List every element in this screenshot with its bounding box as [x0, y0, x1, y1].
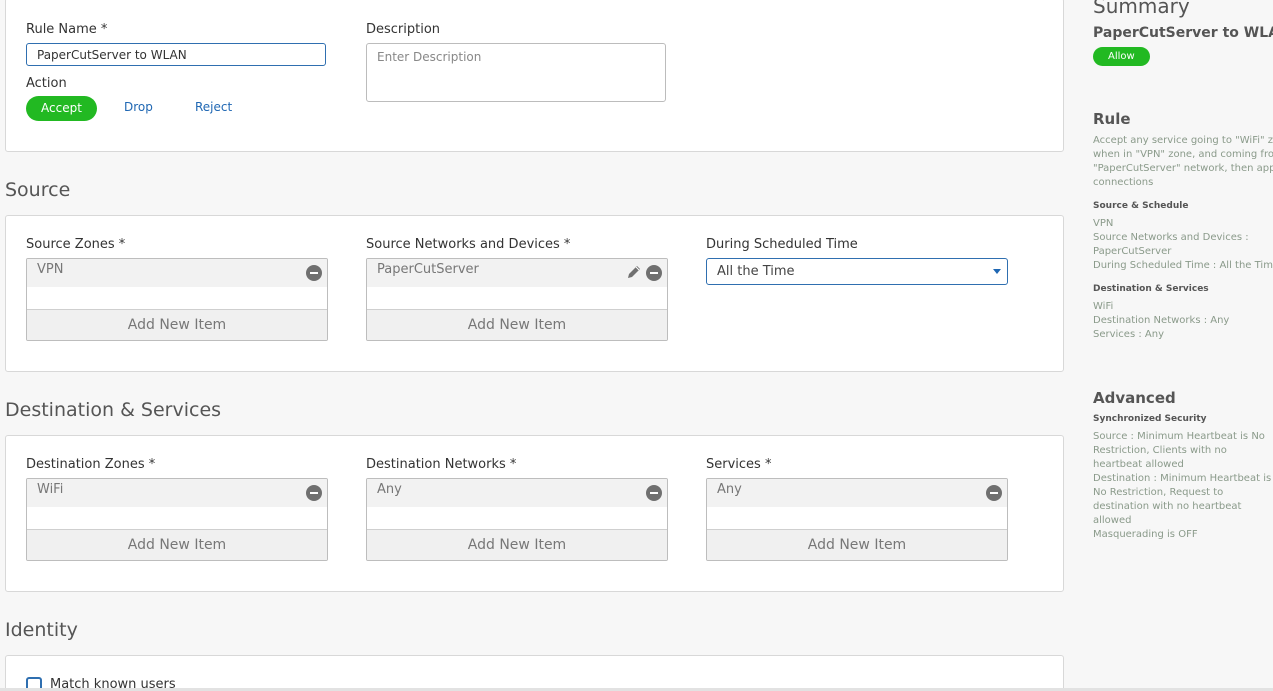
destination-zones-label: Destination Zones *	[26, 457, 156, 472]
summary-source-line: Source Networks and Devices :	[1093, 232, 1249, 243]
list-item: Any	[367, 479, 667, 507]
summary-sync-source: Source : Minimum Heartbeat is No Restric…	[1093, 431, 1265, 470]
source-zone-item: VPN	[37, 262, 64, 277]
services-list: Any Add New Item	[706, 478, 1008, 561]
destination-section-title: Destination & Services	[5, 399, 222, 421]
summary-panel: Summary PaperCutServer to WLAN Allow Rul…	[1080, 0, 1273, 691]
identity-section-title: Identity	[5, 619, 78, 641]
add-new-item-button[interactable]: Add New Item	[707, 529, 1007, 560]
add-new-item-button[interactable]: Add New Item	[367, 309, 667, 340]
summary-dest-line: Services : Any	[1093, 329, 1164, 340]
accept-button[interactable]: Accept	[26, 96, 97, 121]
drop-button[interactable]: Drop	[124, 100, 153, 114]
list-item: PaperCutServer	[367, 259, 667, 287]
pencil-icon[interactable]	[626, 264, 642, 280]
destination-zone-item: WiFi	[37, 482, 64, 497]
destination-network-item: Any	[377, 482, 402, 497]
summary-source-line: VPN	[1093, 218, 1114, 229]
summary-masquerading: Masquerading is OFF	[1093, 529, 1198, 540]
action-label: Action	[26, 76, 67, 91]
destination-networks-label: Destination Networks *	[366, 457, 517, 472]
summary-dest-line: WiFi	[1093, 301, 1114, 312]
summary-dest-line: Destination Networks : Any	[1093, 315, 1230, 326]
add-new-item-button[interactable]: Add New Item	[367, 529, 667, 560]
add-new-item-button[interactable]: Add New Item	[27, 309, 327, 340]
summary-advanced-heading: Advanced	[1093, 389, 1176, 407]
summary-rule-line: connections	[1093, 177, 1154, 188]
source-zones-list: VPN Add New Item	[26, 258, 328, 341]
summary-dest-heading: Destination & Services	[1093, 284, 1209, 294]
remove-icon[interactable]	[646, 485, 662, 501]
schedule-select[interactable]: All the Time	[706, 258, 1008, 285]
destination-networks-list: Any Add New Item	[366, 478, 668, 561]
services-label: Services *	[706, 457, 772, 472]
schedule-label: During Scheduled Time	[706, 237, 858, 252]
description-field[interactable]	[366, 43, 666, 102]
summary-rule-line: "PaperCutServer" network, then apply lo	[1093, 163, 1273, 174]
summary-rule-heading: Rule	[1093, 110, 1131, 128]
chevron-down-icon	[993, 269, 1001, 274]
summary-title: Summary	[1093, 0, 1190, 18]
source-zones-label: Source Zones *	[26, 237, 126, 252]
service-item: Any	[717, 482, 742, 497]
status-badge: Allow	[1093, 47, 1150, 66]
add-new-item-button[interactable]: Add New Item	[27, 529, 327, 560]
summary-rule-line: when in "VPN" zone, and coming from	[1093, 149, 1273, 160]
description-label: Description	[366, 22, 441, 37]
list-item: VPN	[27, 259, 327, 287]
list-item: Any	[707, 479, 1007, 507]
remove-icon[interactable]	[306, 485, 322, 501]
list-item: WiFi	[27, 479, 327, 507]
source-network-item: PaperCutServer	[377, 262, 479, 277]
reject-button[interactable]: Reject	[195, 100, 232, 114]
summary-source-line: PaperCutServer	[1093, 246, 1172, 257]
remove-icon[interactable]	[306, 265, 322, 281]
schedule-value: All the Time	[717, 264, 795, 279]
rule-name-label: Rule Name *	[26, 22, 108, 37]
source-networks-label: Source Networks and Devices *	[366, 237, 571, 252]
source-section-title: Source	[5, 179, 71, 201]
source-networks-list: PaperCutServer Add New Item	[366, 258, 668, 341]
remove-icon[interactable]	[986, 485, 1002, 501]
destination-zones-list: WiFi Add New Item	[26, 478, 328, 561]
summary-source-heading: Source & Schedule	[1093, 201, 1189, 211]
remove-icon[interactable]	[646, 265, 662, 281]
summary-sync-heading: Synchronized Security	[1093, 414, 1207, 424]
summary-sync-dest: Destination : Minimum Heartbeat is No Re…	[1093, 473, 1272, 526]
summary-rule-line: Accept any service going to "WiFi" zone,	[1093, 135, 1273, 146]
summary-source-line: During Scheduled Time : All the Time	[1093, 260, 1273, 271]
summary-rule-name: PaperCutServer to WLAN	[1093, 25, 1273, 41]
rule-name-input[interactable]	[26, 43, 326, 66]
